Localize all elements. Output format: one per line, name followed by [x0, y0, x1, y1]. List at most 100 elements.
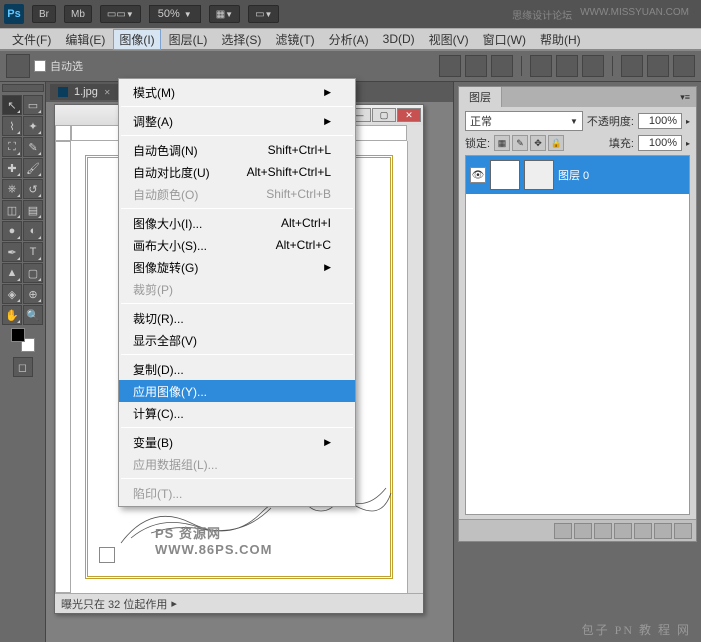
distribute-button[interactable]	[530, 55, 552, 77]
lock-position-button[interactable]: ✥	[530, 135, 546, 151]
history-brush-tool[interactable]: ↺	[23, 179, 43, 199]
color-swatches[interactable]	[11, 328, 35, 352]
menu-item-label: 变量(B)	[133, 434, 173, 451]
zoom-level[interactable]: 50%▼	[149, 5, 201, 23]
layer-thumbnail[interactable]	[490, 160, 520, 190]
link-layers-button[interactable]	[554, 523, 572, 539]
menu-image[interactable]: 图像(I)	[113, 29, 160, 50]
ruler-vertical[interactable]	[55, 141, 71, 593]
stamp-tool[interactable]: ⎈	[2, 179, 22, 199]
close-tab-icon[interactable]: ✕	[104, 88, 111, 97]
toolbox-expand[interactable]	[2, 84, 44, 92]
menu-item[interactable]: 图像大小(I)...Alt+Ctrl+I	[119, 212, 355, 234]
arrange-docs-button[interactable]: ▭▼	[248, 5, 279, 23]
type-tool[interactable]: T	[23, 242, 43, 262]
adjustment-layer-button[interactable]	[614, 523, 632, 539]
3d-camera-tool[interactable]: ⊕	[23, 284, 43, 304]
menu-item[interactable]: 图像旋转(G)▶	[119, 256, 355, 278]
layer-mask-button[interactable]	[594, 523, 612, 539]
maximize-button[interactable]: ▢	[372, 108, 396, 122]
status-arrow-icon[interactable]: ▸	[171, 597, 177, 610]
dodge-tool[interactable]: ◐	[23, 221, 43, 241]
lock-all-button[interactable]: 🔒	[548, 135, 564, 151]
menu-item[interactable]: 自动色调(N)Shift+Ctrl+L	[119, 139, 355, 161]
panel-menu-icon[interactable]: ▾≡	[674, 92, 696, 103]
pen-tool[interactable]: ✒	[2, 242, 22, 262]
menu-item[interactable]: 自动对比度(U)Alt+Shift+Ctrl+L	[119, 161, 355, 183]
screen-mode-button[interactable]: ▭▭▼	[100, 5, 141, 23]
menu-view[interactable]: 视图(V)	[423, 29, 475, 50]
shape-tool[interactable]: ▢	[23, 263, 43, 283]
menu-3d[interactable]: 3D(D)	[377, 30, 421, 48]
menu-layer[interactable]: 图层(L)	[163, 29, 214, 50]
3d-tool[interactable]: ◈	[2, 284, 22, 304]
layer-row[interactable]: 👁 图层 0	[466, 156, 689, 194]
align-button[interactable]	[465, 55, 487, 77]
layer-mask-thumbnail[interactable]	[524, 160, 554, 190]
layer-group-button[interactable]	[634, 523, 652, 539]
menu-analysis[interactable]: 分析(A)	[323, 29, 375, 50]
opacity-flyout-icon[interactable]: ▸	[686, 117, 690, 126]
blur-tool[interactable]: ●	[2, 221, 22, 241]
menu-item[interactable]: 变量(B)▶	[119, 431, 355, 453]
lasso-tool[interactable]: ⌇	[2, 116, 22, 136]
heal-tool[interactable]: ✚	[2, 158, 22, 178]
eyedropper-tool[interactable]: ✎	[23, 137, 43, 157]
distribute-button[interactable]	[556, 55, 578, 77]
auto-select-checkbox[interactable]	[34, 60, 46, 72]
view-extras-button[interactable]: ▦▼	[209, 5, 240, 23]
menu-file[interactable]: 文件(F)	[6, 29, 57, 50]
menu-edit[interactable]: 编辑(E)	[59, 29, 111, 50]
gradient-tool[interactable]: ▤	[23, 200, 43, 220]
visibility-toggle[interactable]: 👁	[470, 167, 486, 183]
menu-help[interactable]: 帮助(H)	[534, 29, 587, 50]
fill-input[interactable]: 100%	[638, 135, 682, 151]
menu-item[interactable]: 画布大小(S)...Alt+Ctrl+C	[119, 234, 355, 256]
menu-filter[interactable]: 滤镜(T)	[269, 29, 320, 50]
tab-layers[interactable]: 图层	[459, 87, 502, 107]
marquee-tool[interactable]: ▭	[23, 95, 43, 115]
menu-item[interactable]: 应用图像(Y)...	[119, 380, 355, 402]
menu-item[interactable]: 模式(M)▶	[119, 81, 355, 103]
lock-transparency-button[interactable]: ▦	[494, 135, 510, 151]
menu-select[interactable]: 选择(S)	[215, 29, 267, 50]
delete-layer-button[interactable]	[674, 523, 692, 539]
align-button[interactable]	[491, 55, 513, 77]
quickmask-button[interactable]: ◻	[13, 357, 33, 377]
menu-item-label: 陷印(T)...	[133, 485, 182, 502]
lock-pixels-button[interactable]: ✎	[512, 135, 528, 151]
close-button[interactable]: ✕	[397, 108, 421, 122]
menu-window[interactable]: 窗口(W)	[477, 29, 532, 50]
hand-tool[interactable]: ✋	[2, 305, 22, 325]
minibridge-button[interactable]: Mb	[64, 5, 92, 23]
menu-item[interactable]: 复制(D)...	[119, 358, 355, 380]
opacity-input[interactable]: 100%	[638, 113, 682, 129]
zoom-tool[interactable]: 🔍	[23, 305, 43, 325]
menu-item-label: 画布大小(S)...	[133, 237, 207, 254]
menu-item[interactable]: 裁切(R)...	[119, 307, 355, 329]
quick-select-tool[interactable]: ✦	[23, 116, 43, 136]
align-button[interactable]	[439, 55, 461, 77]
current-tool-icon[interactable]	[6, 54, 30, 78]
layer-name[interactable]: 图层 0	[558, 167, 589, 183]
scrollbar-vertical[interactable]	[407, 141, 423, 593]
menu-item[interactable]: 显示全部(V)	[119, 329, 355, 351]
brush-tool[interactable]: 🖌	[23, 158, 43, 178]
distribute-button[interactable]	[673, 55, 695, 77]
distribute-button[interactable]	[647, 55, 669, 77]
distribute-button[interactable]	[582, 55, 604, 77]
move-tool[interactable]: ↖	[2, 95, 22, 115]
crop-tool[interactable]: ⛶	[2, 137, 22, 157]
distribute-button[interactable]	[621, 55, 643, 77]
menu-item[interactable]: 调整(A)▶	[119, 110, 355, 132]
fill-flyout-icon[interactable]: ▸	[686, 139, 690, 148]
bridge-button[interactable]: Br	[32, 5, 56, 23]
ruler-origin[interactable]	[55, 125, 71, 141]
document-tab[interactable]: 1.jpg ✕	[50, 84, 119, 100]
menu-item[interactable]: 计算(C)...	[119, 402, 355, 424]
path-select-tool[interactable]: ▲	[2, 263, 22, 283]
eraser-tool[interactable]: ◫	[2, 200, 22, 220]
layer-style-button[interactable]	[574, 523, 592, 539]
new-layer-button[interactable]	[654, 523, 672, 539]
blend-mode-select[interactable]: 正常 ▼	[465, 111, 583, 131]
